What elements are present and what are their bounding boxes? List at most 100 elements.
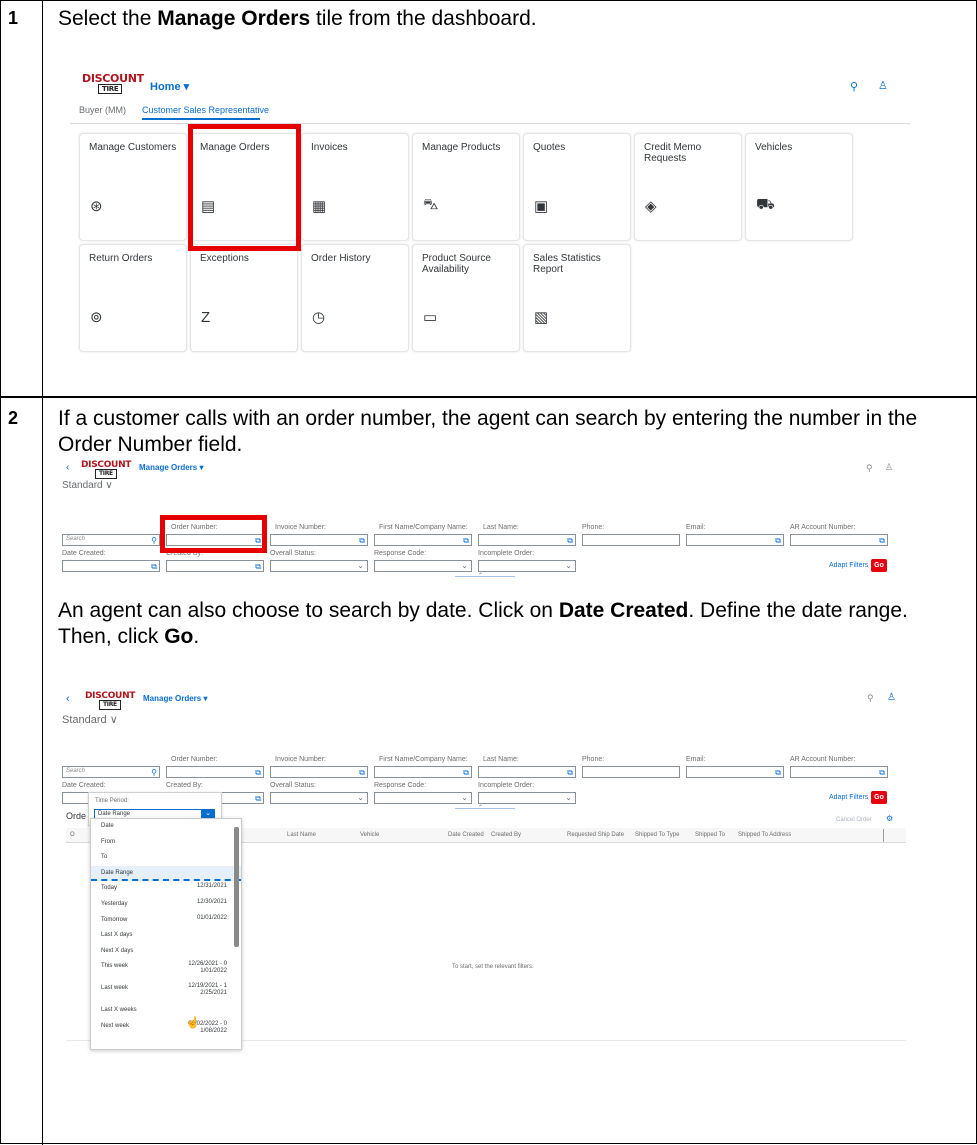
tile-product-source-availability[interactable]: Product Source Availability ▭ — [412, 244, 520, 352]
value-help-icon[interactable]: ⧉ — [879, 535, 885, 546]
column-header[interactable]: Requested Ship Date — [567, 832, 624, 838]
column-header[interactable]: Shipped To Type — [635, 832, 679, 838]
filter-input[interactable]: ⧉ — [790, 766, 888, 778]
value-help-icon[interactable]: ⧉ — [775, 535, 781, 546]
chevron-down-icon[interactable]: ⌄ — [461, 560, 468, 571]
tile-exceptions[interactable]: Exceptions Z — [190, 244, 298, 352]
value-help-icon[interactable]: ⧉ — [775, 767, 781, 778]
tile-invoices[interactable]: Invoices ▦ — [301, 133, 409, 241]
value-help-icon[interactable]: ⧉ — [567, 767, 573, 778]
scrollbar[interactable] — [234, 827, 239, 947]
time-period-option[interactable]: Last X weeks — [91, 1003, 241, 1019]
search-icon[interactable]: ⚲ — [867, 693, 874, 704]
back-icon[interactable]: ‹ — [66, 693, 70, 705]
collapse-icon[interactable]: ⌃ — [478, 804, 483, 811]
search-input[interactable]: Search ⚲ — [62, 534, 160, 546]
chevron-down-icon[interactable]: ⌄ — [565, 792, 572, 803]
tile-vehicles[interactable]: Vehicles ⛟ — [745, 133, 853, 241]
filter-input[interactable]: ⌄ — [270, 792, 368, 804]
chevron-down-icon[interactable]: ⌄ — [461, 792, 468, 803]
column-header[interactable]: Shipped To Address — [738, 832, 791, 838]
tile-credit-memo-requests[interactable]: Credit Memo Requests ◈ — [634, 133, 742, 241]
back-icon[interactable]: ‹ — [66, 462, 69, 473]
time-period-option[interactable]: Next week 01/02/2022 - 0 1/08/2022 — [91, 1019, 241, 1041]
column-header[interactable]: Date Created — [448, 832, 484, 838]
time-period-option[interactable]: Date — [91, 819, 241, 835]
search-input[interactable]: Search ⚲ — [62, 766, 160, 778]
search-icon[interactable]: ⚲ — [151, 767, 157, 778]
tile-quotes[interactable]: Quotes ▣ — [523, 133, 631, 241]
user-icon[interactable]: ♙ — [878, 79, 888, 92]
cancel-order-button[interactable]: Cancel Order — [836, 817, 872, 823]
adapt-filters-button[interactable]: Adapt Filters — [829, 562, 868, 569]
column-header[interactable]: Shipped To — [695, 832, 725, 838]
value-help-icon[interactable]: ⧉ — [151, 561, 157, 572]
tile-sales-statistics-report[interactable]: Sales Statistics Report ▧ — [523, 244, 631, 352]
filter-input[interactable]: ⧉ — [374, 534, 472, 546]
filter-input[interactable] — [582, 766, 680, 778]
search-icon[interactable]: ⚲ — [866, 463, 873, 474]
user-icon[interactable]: ♙ — [885, 462, 893, 473]
chevron-down-icon[interactable]: ⌄ — [565, 560, 572, 571]
time-period-option[interactable]: Last week 12/19/2021 - 1 2/25/2021 — [91, 981, 241, 1003]
filter-input[interactable]: ⌄ — [374, 560, 472, 572]
column-header[interactable]: Last Name — [287, 832, 316, 838]
filter-input[interactable] — [582, 534, 680, 546]
filter-input[interactable]: ⧉ — [166, 560, 264, 572]
tab-customer-sales-rep[interactable]: Customer Sales Representative — [142, 105, 269, 115]
value-help-icon[interactable]: ⧉ — [463, 767, 469, 778]
filter-input[interactable]: ⧉ — [478, 766, 576, 778]
settings-gear-icon[interactable]: ⚙ — [886, 814, 893, 823]
time-period-option[interactable]: Next X days — [91, 944, 241, 960]
filter-input[interactable]: ⧉ — [270, 534, 368, 546]
filter-input[interactable]: ⧉ — [166, 766, 264, 778]
home-menu[interactable]: Home ▾ — [150, 80, 189, 93]
column-header[interactable]: Vehicle — [360, 832, 379, 838]
adapt-filters-button[interactable]: Adapt Filters — [829, 794, 868, 801]
tile-manage-customers[interactable]: Manage Customers ⊛ — [79, 133, 187, 241]
value-help-icon[interactable]: ⧉ — [463, 535, 469, 546]
time-period-option[interactable]: This week 12/26/2021 - 0 1/01/2022 — [91, 959, 241, 981]
search-icon[interactable]: ⚲ — [850, 80, 858, 93]
time-period-option[interactable]: Today 12/31/2021 — [91, 881, 241, 897]
filter-input[interactable]: ⌄ — [478, 792, 576, 804]
chevron-down-icon[interactable]: ⌄ — [357, 560, 364, 571]
filter-input[interactable]: ⧉ — [686, 534, 784, 546]
filter-input[interactable]: ⧉ — [478, 534, 576, 546]
value-help-icon[interactable]: ⧉ — [879, 767, 885, 778]
search-icon[interactable]: ⚲ — [151, 535, 157, 546]
filter-input[interactable]: ⌄ — [270, 560, 368, 572]
time-period-option[interactable]: Tomorrow 01/01/2022 — [91, 913, 241, 929]
manage-orders-title[interactable]: Manage Orders ▾ — [143, 694, 207, 703]
filter-input[interactable]: ⌄ — [374, 792, 472, 804]
value-help-icon[interactable]: ⧉ — [255, 767, 261, 778]
tile-manage-products[interactable]: Manage Products ⛍ — [412, 133, 520, 241]
chevron-down-icon[interactable]: ⌄ — [357, 792, 364, 803]
user-icon[interactable]: ♙ — [887, 692, 896, 703]
time-period-option[interactable]: Yesterday 12/30/2021 — [91, 897, 241, 913]
value-help-icon[interactable]: ⧉ — [255, 793, 261, 804]
filter-input[interactable]: ⧉ — [790, 534, 888, 546]
time-period-option[interactable]: Last X days — [91, 928, 241, 944]
date-created-input[interactable]: ⧉ — [62, 560, 160, 572]
time-period-option[interactable]: From — [91, 835, 241, 851]
filter-input[interactable]: ⧉ — [686, 766, 784, 778]
value-help-icon[interactable]: ⧉ — [255, 561, 261, 572]
collapse-icon[interactable]: ⌃ — [478, 572, 483, 579]
time-period-option[interactable]: To — [91, 850, 241, 866]
value-help-icon[interactable]: ⧉ — [359, 535, 365, 546]
filter-input[interactable]: ⧉ — [270, 766, 368, 778]
tile-return-orders[interactable]: Return Orders ⊚ — [79, 244, 187, 352]
filter-input[interactable]: ⌄ — [478, 560, 576, 572]
variant-selector[interactable]: Standard ∨ — [62, 480, 113, 491]
go-button[interactable]: Go — [871, 559, 887, 572]
value-help-icon[interactable]: ⧉ — [567, 535, 573, 546]
tab-buyer[interactable]: Buyer (MM) — [79, 105, 126, 115]
filter-input[interactable]: ⧉ — [374, 766, 472, 778]
variant-selector[interactable]: Standard ∨ — [62, 713, 118, 726]
time-period-option[interactable]: Date Range — [91, 865, 241, 882]
tile-order-history[interactable]: Order History ◷ — [301, 244, 409, 352]
column-header[interactable]: Created By — [491, 832, 521, 838]
manage-orders-title[interactable]: Manage Orders ▾ — [139, 463, 203, 472]
go-button[interactable]: Go — [871, 791, 887, 804]
